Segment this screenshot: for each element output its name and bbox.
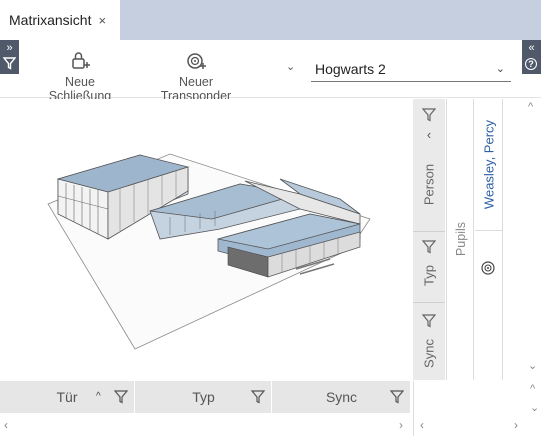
column-header-door[interactable]: Tür ^ bbox=[0, 381, 135, 413]
transponder-add-icon bbox=[187, 53, 206, 69]
column-header-type[interactable]: Typ bbox=[136, 381, 272, 413]
building-illustration bbox=[47, 153, 371, 350]
sync-filter-section[interactable]: Sync bbox=[413, 304, 445, 380]
collapse-chevron-icon[interactable]: ‹ bbox=[413, 127, 445, 142]
new-transponder-button[interactable]: Neuer Transponder bbox=[144, 50, 248, 103]
person-column: Weasley, Percy bbox=[475, 99, 503, 380]
hscroll-right-icon[interactable]: › bbox=[399, 418, 403, 436]
project-select[interactable]: Hogwarts 2 ⌄ bbox=[311, 56, 511, 82]
person-filter-icon[interactable] bbox=[421, 108, 437, 127]
type-column-filter-icon[interactable] bbox=[250, 390, 266, 407]
tab-matrix-view[interactable]: Matrixansicht × bbox=[0, 0, 120, 40]
person-filter-section[interactable]: ‹ Person bbox=[413, 99, 445, 232]
illustration-area bbox=[0, 99, 410, 380]
hscroll-left-icon[interactable]: ‹ bbox=[4, 418, 8, 436]
sync-column-filter-icon[interactable] bbox=[389, 390, 405, 407]
filter-column: ‹ Person Typ Sync bbox=[413, 99, 445, 380]
vertical-scrollbar[interactable]: ^ ⌄ bbox=[503, 99, 541, 380]
bottom-scroll-up-icon[interactable]: ^ bbox=[530, 383, 535, 395]
scroll-up-icon[interactable]: ^ bbox=[528, 101, 533, 113]
column-header-sync[interactable]: Sync bbox=[273, 381, 410, 413]
scroll-down-icon[interactable]: ⌄ bbox=[528, 359, 537, 372]
filter-icon[interactable] bbox=[2, 57, 17, 75]
bottom-scroll-down-icon[interactable]: ⌄ bbox=[530, 401, 539, 414]
type-filter-section[interactable]: Typ bbox=[413, 233, 445, 303]
person-name[interactable]: Weasley, Percy bbox=[482, 115, 497, 215]
collapse-right-icon[interactable]: « bbox=[522, 43, 541, 54]
tab-title: Matrixansicht bbox=[9, 12, 92, 28]
toolbar-more-chevron-icon[interactable]: ⌄ bbox=[286, 60, 295, 73]
door-filter-icon[interactable] bbox=[113, 390, 129, 407]
help-icon[interactable]: ? bbox=[525, 58, 537, 70]
tab-bar: Matrixansicht × bbox=[0, 0, 541, 40]
person-header-cell[interactable]: Weasley, Percy bbox=[475, 99, 502, 231]
column-type-label: Typ bbox=[192, 389, 215, 405]
new-lock-button[interactable]: Neue Schließung bbox=[34, 50, 126, 103]
right-side-toggle[interactable]: « ? bbox=[522, 40, 541, 74]
column-header-bar: Tür ^ Typ Sync bbox=[0, 381, 410, 413]
tab-close-icon[interactable]: × bbox=[98, 13, 106, 28]
type-filter-label: Typ bbox=[421, 265, 437, 286]
group-column: Pupils bbox=[446, 99, 474, 380]
project-select-value: Hogwarts 2 bbox=[315, 61, 386, 77]
toolbar: » Neue Schließung Neuer Transponder ⌄ Ho… bbox=[0, 40, 541, 103]
group-label: Pupils bbox=[454, 221, 468, 257]
expand-left-icon[interactable]: » bbox=[0, 43, 19, 54]
sync-filter-label: Sync bbox=[421, 339, 437, 368]
transponder-icon[interactable] bbox=[481, 261, 495, 280]
bottom-hscroll-right-icon[interactable]: › bbox=[514, 418, 518, 432]
sort-ascending-icon[interactable]: ^ bbox=[96, 391, 101, 402]
chevron-down-icon: ⌄ bbox=[495, 63, 505, 75]
person-filter-label: Person bbox=[421, 163, 437, 206]
bottom-hscroll-left-icon[interactable]: ‹ bbox=[420, 418, 424, 432]
column-sync-label: Sync bbox=[325, 389, 358, 405]
left-side-toggle[interactable]: » bbox=[0, 40, 19, 74]
column-door-label: Tür bbox=[56, 389, 78, 405]
bottom-right-pane: ^ ⌄ ‹ › bbox=[413, 381, 541, 436]
lock-add-icon bbox=[72, 52, 90, 69]
